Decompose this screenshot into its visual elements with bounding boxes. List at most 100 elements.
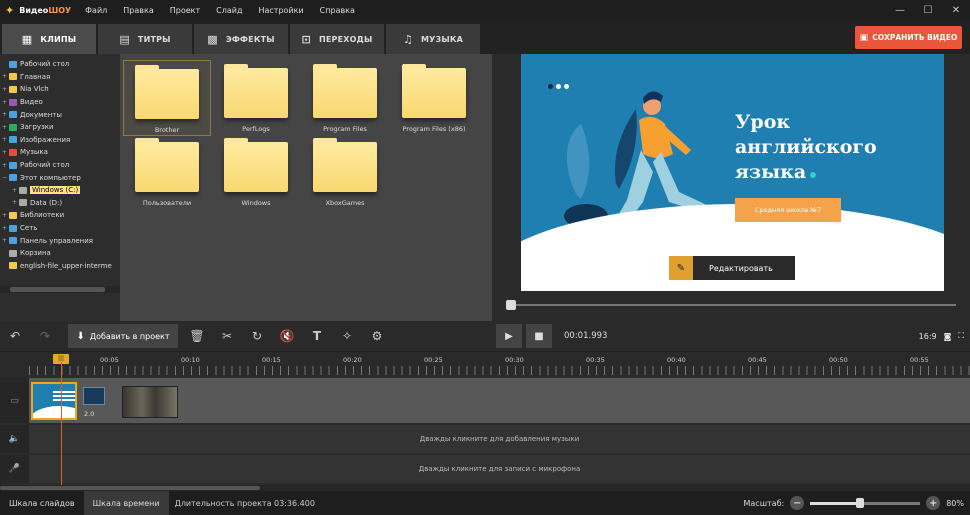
menu-edit[interactable]: Правка xyxy=(115,6,161,15)
redo-icon[interactable]: ↷ xyxy=(30,321,60,351)
fullscreen-icon[interactable]: ⛶ xyxy=(958,331,964,341)
magic-wand-icon[interactable]: ✧ xyxy=(332,321,362,351)
timeline-clip-video[interactable] xyxy=(122,386,178,418)
snapshot-icon[interactable]: ◙ xyxy=(944,332,952,341)
menu-project[interactable]: Проект xyxy=(162,6,208,15)
folder-icon xyxy=(9,60,17,68)
undo-icon[interactable]: ↶ xyxy=(0,321,30,351)
cut-icon[interactable]: ✂ xyxy=(212,321,242,351)
expand-icon[interactable]: + xyxy=(0,237,9,244)
tree-item[interactable]: − Этот компьютер xyxy=(0,171,120,184)
mic-track[interactable]: Дважды кликните для записи с микрофона xyxy=(29,455,970,483)
tab-clips[interactable]: ▦ КЛИПЫ xyxy=(2,24,96,54)
stop-icon[interactable]: ■ xyxy=(526,324,552,348)
menu-slide[interactable]: Слайд xyxy=(208,6,250,15)
scrollbar-thumb[interactable] xyxy=(10,287,105,292)
scrollbar-thumb[interactable] xyxy=(0,486,260,490)
zoom-out-button[interactable]: − xyxy=(790,496,805,510)
edit-slide-button[interactable]: ✎ Редактировать xyxy=(669,256,795,280)
save-video-button[interactable]: ▣ СОХРАНИТЬ ВИДЕО xyxy=(855,26,962,49)
tree-item[interactable]: + Изображения xyxy=(0,134,120,147)
menu-settings[interactable]: Настройки xyxy=(250,6,311,15)
folder-item[interactable]: PerfLogs xyxy=(212,60,300,136)
expand-icon[interactable]: + xyxy=(0,212,9,219)
settings-gear-icon[interactable]: ⚙ xyxy=(362,321,392,351)
expand-icon[interactable]: − xyxy=(0,174,9,181)
expand-icon[interactable]: + xyxy=(0,136,9,143)
preview-seekbar[interactable] xyxy=(506,300,956,310)
slide-title-line1: Урок xyxy=(735,111,791,133)
ruler-label: 00:30 xyxy=(505,356,524,364)
folder-item[interactable]: Brother xyxy=(123,60,211,136)
zoom-in-button[interactable]: + xyxy=(926,496,941,510)
folder-item[interactable]: XboxGames xyxy=(301,134,389,210)
tree-item[interactable]: + Windows (C:) xyxy=(0,184,120,197)
zoom-handle[interactable] xyxy=(855,497,864,508)
maximize-icon[interactable]: ☐ xyxy=(914,0,942,20)
tree-scrollbar[interactable] xyxy=(0,286,120,293)
tree-item[interactable]: + Главная xyxy=(0,71,120,84)
expand-icon[interactable]: + xyxy=(0,124,9,131)
text-icon[interactable]: T xyxy=(302,321,332,351)
tab-titles[interactable]: ▤ ТИТРЫ xyxy=(98,24,192,54)
tree-item-label: Панель управления xyxy=(20,236,93,245)
logo-star-icon: ✦ xyxy=(5,3,15,17)
folder-icon xyxy=(224,138,288,192)
folder-item[interactable]: Program Files xyxy=(301,60,389,136)
tree-item[interactable]: + Документы xyxy=(0,108,120,121)
rotate-icon[interactable]: ↻ xyxy=(242,321,272,351)
tree-item[interactable]: + Nia Vlch xyxy=(0,83,120,96)
delete-icon[interactable]: 🗑 xyxy=(182,321,212,351)
folder-icon xyxy=(19,199,27,207)
menu-file[interactable]: Файл xyxy=(77,6,115,15)
tree-item[interactable]: + Видео xyxy=(0,96,120,109)
tree-item[interactable]: + Data (D:) xyxy=(0,197,120,210)
menu-help[interactable]: Справка xyxy=(312,6,363,15)
expand-icon[interactable]: + xyxy=(0,111,9,118)
titles-icon: ▤ xyxy=(119,32,130,46)
tree-item[interactable]: + Рабочий стол xyxy=(0,159,120,172)
mute-icon[interactable]: 🔇 xyxy=(272,321,302,351)
video-track[interactable]: 2.0 xyxy=(29,378,970,423)
tree-item[interactable]: + Загрузки xyxy=(0,121,120,134)
tab-transitions[interactable]: ⊡ ПЕРЕХОДЫ xyxy=(290,24,384,54)
zoom-fill xyxy=(810,501,860,505)
expand-icon[interactable]: + xyxy=(10,199,19,206)
folder-item[interactable]: Program Files (x86) xyxy=(390,60,478,136)
close-icon[interactable]: ✕ xyxy=(942,0,970,20)
video-track-icon: ▭ xyxy=(0,378,29,423)
timeline-ruler[interactable]: ||| 00:05 00:10 00:15 00:20 00:25 00:30 00:35 0… xyxy=(0,351,970,376)
tree-item[interactable]: Корзина xyxy=(0,247,120,260)
zoom-slider[interactable] xyxy=(810,497,921,508)
add-to-project-button[interactable]: ⬇ Добавить в проект xyxy=(68,324,178,348)
expand-icon[interactable]: + xyxy=(10,187,19,194)
expand-icon[interactable]: + xyxy=(0,162,9,169)
folder-item[interactable]: Пользователи xyxy=(123,134,211,210)
tab-music[interactable]: ♫ МУЗЫКА xyxy=(386,24,480,54)
music-track[interactable]: Дважды кликните для добавления музыки xyxy=(29,425,970,453)
expand-icon[interactable]: + xyxy=(0,149,9,156)
preview-panel: Урок английского языка Средняя школа №7 ✎ Р… xyxy=(492,54,970,321)
folder-icon xyxy=(9,123,17,131)
expand-icon[interactable]: + xyxy=(0,225,9,232)
tree-item[interactable]: Рабочий стол xyxy=(0,58,120,71)
transition-block[interactable] xyxy=(83,387,105,405)
minimize-icon[interactable]: — xyxy=(886,0,914,20)
tree-item[interactable]: + Библиотеки xyxy=(0,209,120,222)
tree-item[interactable]: + Музыка xyxy=(0,146,120,159)
tree-item[interactable]: + Панель управления xyxy=(0,234,120,247)
expand-icon[interactable]: + xyxy=(0,73,9,80)
aspect-ratio[interactable]: 16:9 xyxy=(919,332,937,341)
tab-time-scale[interactable]: Шкала времени xyxy=(83,491,169,515)
tab-slide-scale[interactable]: Шкала слайдов xyxy=(0,491,84,515)
tab-effects[interactable]: ▩ ЭФФЕКТЫ xyxy=(194,24,288,54)
tree-item[interactable]: english-file_upper-interme xyxy=(0,260,120,273)
expand-icon[interactable]: + xyxy=(0,99,9,106)
tree-item[interactable]: + Сеть xyxy=(0,222,120,235)
seek-handle[interactable] xyxy=(506,300,516,310)
folder-item[interactable]: Windows xyxy=(212,134,300,210)
tree-item-label: Главная xyxy=(20,72,51,81)
timeline-clip-slide[interactable] xyxy=(31,382,77,420)
expand-icon[interactable]: + xyxy=(0,86,9,93)
play-icon[interactable]: ▶ xyxy=(496,324,522,348)
